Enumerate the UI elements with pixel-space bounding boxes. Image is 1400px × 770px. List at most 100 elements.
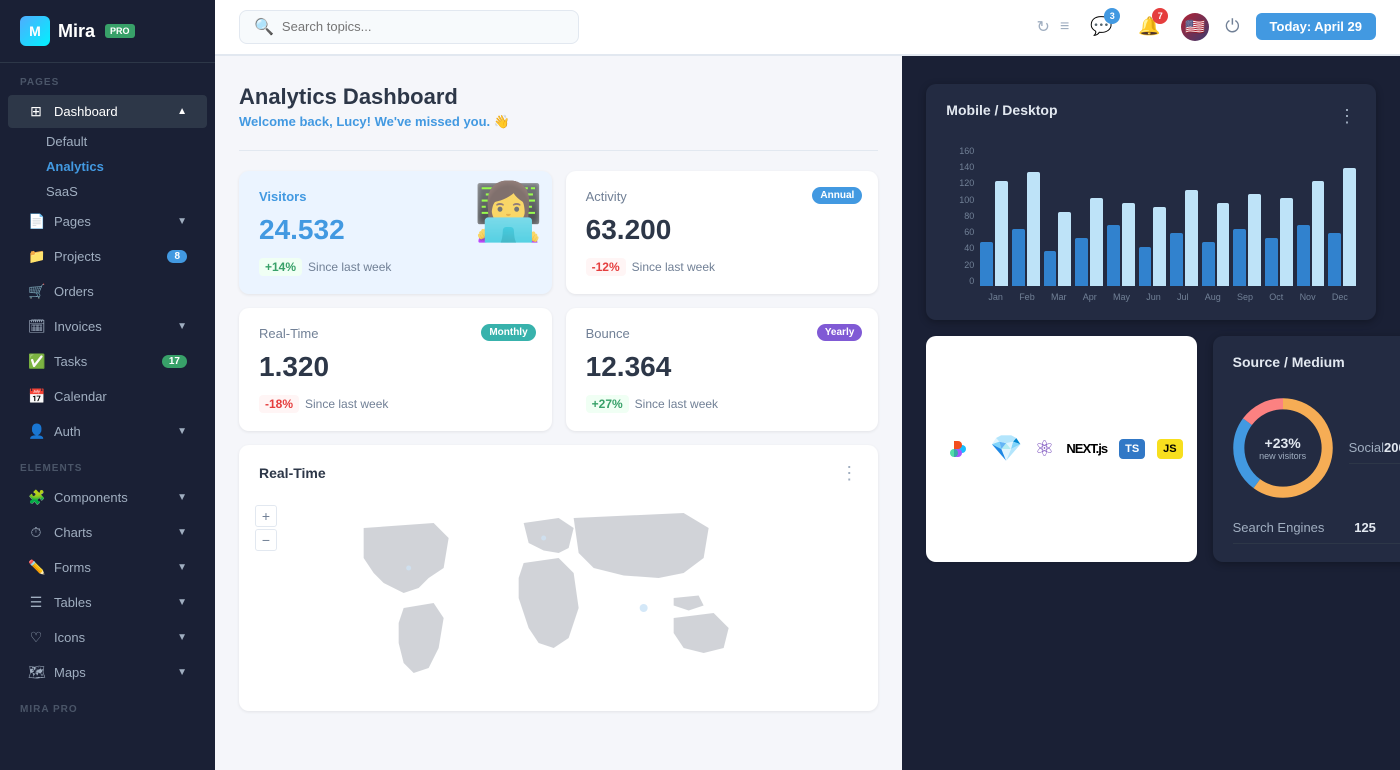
sidebar-item-orders[interactable]: 🛒 Orders: [8, 275, 207, 308]
bar-light: [1122, 203, 1135, 286]
bar-group: [1012, 172, 1040, 286]
ts-logo: TS: [1119, 439, 1145, 459]
chat-badge: 3: [1104, 8, 1120, 24]
donut-pct: +23%: [1259, 435, 1306, 451]
search-input[interactable]: [282, 19, 564, 34]
search-icon: 🔍: [254, 17, 274, 37]
page-subtitle: Welcome back, Lucy! We've missed you. 👋: [239, 114, 878, 130]
bounce-card: Yearly Bounce 12.364 +27% Since last wee…: [566, 308, 879, 431]
sidebar-item-tables[interactable]: ☰ Tables ▼: [8, 586, 207, 619]
search-val: 125: [1354, 520, 1376, 535]
bounce-badge: Yearly: [817, 324, 862, 341]
chart-menu[interactable]: ⋮: [1338, 106, 1356, 127]
bar-dark: [1107, 225, 1120, 286]
map-menu[interactable]: ⋮: [840, 463, 858, 484]
sidebar-item-maps[interactable]: 🗺 Maps ▼: [8, 656, 207, 689]
sidebar-item-forms[interactable]: ✏️ Forms ▼: [8, 551, 207, 584]
realtime-change: -18%: [259, 395, 299, 413]
sidebar-sub-saas[interactable]: SaaS: [46, 179, 215, 204]
calendar-icon: 📅: [28, 388, 44, 405]
invoices-label: Invoices: [54, 319, 102, 334]
donut-area: +23% new visitors Social 200 -12%: [1233, 398, 1400, 498]
bar-dark: [1139, 247, 1152, 286]
bar-light: [1058, 212, 1071, 286]
sidebar-sub-analytics[interactable]: Analytics: [46, 154, 215, 179]
bar-label: Mar: [1051, 292, 1067, 302]
tasks-badge: 17: [162, 355, 187, 368]
sidebar-item-pages[interactable]: 📄 Pages ▼: [8, 205, 207, 238]
bar-group: [1328, 168, 1356, 286]
maps-label: Maps: [54, 665, 86, 680]
dark-side: Mobile / Desktop ⋮ 0 20 40 60 80 100 120…: [902, 56, 1400, 770]
source-rows: Social 200 -12%: [1349, 432, 1400, 464]
bell-badge: 7: [1152, 8, 1168, 24]
user-name: Lucy: [336, 114, 366, 129]
tasks-label: Tasks: [54, 354, 87, 369]
grid-icon: ⊞: [28, 103, 44, 120]
sidebar-item-icons[interactable]: ♡ Icons ▼: [8, 621, 207, 654]
realtime-map-card: Real-Time ⋮ + −: [239, 445, 878, 711]
js-logo: JS: [1157, 439, 1182, 459]
y-axis: 0 20 40 60 80 100 120 140 160: [946, 146, 974, 286]
subtitle-suffix: ! We've missed you. 👋: [367, 114, 510, 129]
realtime-footer: -18% Since last week: [259, 395, 532, 413]
components-icon: 🧩: [28, 489, 44, 506]
logo-text: Mira: [58, 21, 95, 42]
bar-label: Aug: [1205, 292, 1221, 302]
nextjs-logo: NEXT.js: [1066, 441, 1107, 456]
sidebar-item-invoices[interactable]: 🗓 Invoices ▼: [8, 310, 207, 343]
visitors-card: Visitors 24.532 +14% Since last week 👩‍💻: [239, 171, 552, 294]
auth-icon: 👤: [28, 423, 44, 440]
donut-sublabel: new visitors: [1259, 451, 1306, 461]
icons-icon: ♡: [28, 629, 44, 646]
refresh-icon[interactable]: ↻: [1037, 17, 1050, 37]
bar-light: [1185, 190, 1198, 286]
invoices-icon: 🗓: [28, 318, 44, 335]
bar-light: [1280, 198, 1293, 286]
sidebar-item-calendar[interactable]: 📅 Calendar: [8, 380, 207, 413]
date-button[interactable]: Today: April 29: [1256, 13, 1376, 40]
visitors-change-label: Since last week: [308, 260, 391, 274]
bar-label: Feb: [1019, 292, 1035, 302]
realtime-value: 1.320: [259, 351, 532, 383]
bar-light: [1343, 168, 1356, 286]
main-area: 🔍 ↻ ≡ 💬 3 🔔 7 🇺🇸 ⏻ Today: April 29: [215, 0, 1400, 770]
tech-logos-card: 💎 ⚛ NEXT.js TS JS: [926, 336, 1196, 562]
bounce-value: 12.364: [586, 351, 859, 383]
sidebar-item-dashboard[interactable]: ⊞ Dashboard ▲: [8, 95, 207, 128]
dashboard-submenu: Default Analytics SaaS: [0, 129, 215, 204]
bell-button[interactable]: 🔔 7: [1133, 11, 1165, 43]
bar-light: [1217, 203, 1230, 286]
figma-logo: [940, 430, 978, 468]
sidebar-item-charts[interactable]: ⏱ Charts ▼: [8, 516, 207, 549]
subtitle-prefix: Welcome back,: [239, 114, 336, 129]
filter-icon[interactable]: ≡: [1060, 18, 1069, 36]
bar-dark: [980, 242, 993, 286]
charts-icon: ⏱: [28, 524, 44, 541]
realtime-change-label: Since last week: [305, 397, 388, 411]
language-selector[interactable]: 🇺🇸: [1181, 13, 1209, 41]
bounce-change-label: Since last week: [635, 397, 718, 411]
sidebar-item-tasks[interactable]: ✅ Tasks 17: [8, 345, 207, 378]
chat-button[interactable]: 💬 3: [1085, 11, 1117, 43]
orders-label: Orders: [54, 284, 94, 299]
sidebar-sub-default[interactable]: Default: [46, 129, 215, 154]
sidebar-item-components[interactable]: 🧩 Components ▼: [8, 481, 207, 514]
forms-label: Forms: [54, 560, 91, 575]
bar-label: May: [1113, 292, 1130, 302]
chevron-icon: ▼: [177, 667, 187, 678]
icons-label: Icons: [54, 630, 85, 645]
charts-label: Charts: [54, 525, 92, 540]
chevron-icon: ▼: [177, 426, 187, 437]
donut-wrap: +23% new visitors: [1233, 398, 1333, 498]
bar-label: Jun: [1146, 292, 1161, 302]
visitors-footer: +14% Since last week: [259, 258, 532, 276]
bar-light: [995, 181, 1008, 286]
sidebar-item-auth[interactable]: 👤 Auth ▼: [8, 415, 207, 448]
logo-area: M Mira PRO: [0, 0, 215, 63]
sidebar-item-projects[interactable]: 📁 Projects 8: [8, 240, 207, 273]
visitors-illustration: 👩‍💻: [474, 179, 544, 245]
projects-label: Projects: [54, 249, 101, 264]
power-icon[interactable]: ⏻: [1225, 16, 1239, 37]
dashboard-label: Dashboard: [54, 104, 118, 119]
